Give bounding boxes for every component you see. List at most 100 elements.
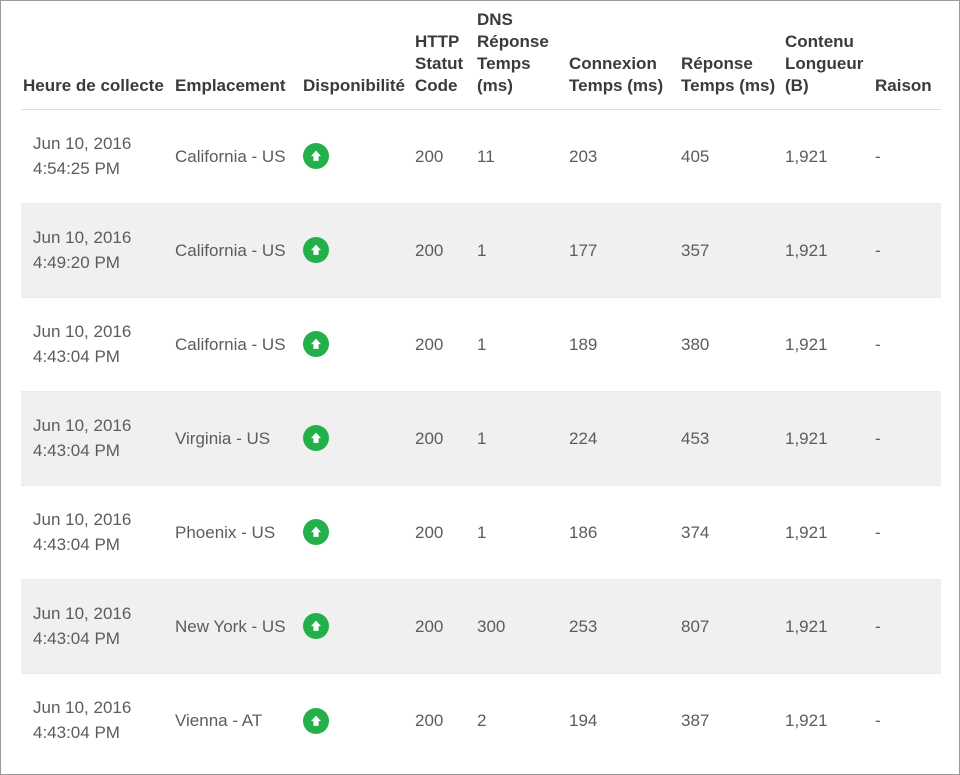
cell-collection-time: Jun 10, 2016 4:43:04 PM	[21, 673, 175, 767]
monitoring-results-page: Heure de collecte Emplacement Disponibil…	[0, 0, 960, 775]
collection-date: Jun 10, 2016	[33, 698, 132, 718]
cell-reason: -	[875, 710, 881, 730]
cell-http-status: 200	[415, 710, 444, 730]
cell-collection-time: Jun 10, 2016 4:43:04 PM	[21, 579, 175, 674]
cell-connect-time: 224	[569, 391, 681, 486]
collection-date: Jun 10, 2016	[33, 134, 132, 153]
column-header-content-length[interactable]: Contenu Longueur (B)	[785, 1, 875, 110]
table-header: Heure de collecte Emplacement Disponibil…	[21, 1, 941, 110]
cell-reason: -	[875, 391, 941, 486]
cell-collection-time: Jun 10, 2016 4:43:04 PM	[21, 297, 175, 392]
cell-availability	[303, 203, 415, 298]
collection-time: 4:43:04 PM	[33, 723, 120, 743]
cell-http-status: 200	[415, 297, 477, 392]
table-row[interactable]: Jun 10, 2016 4:54:25 PM California - US 200…	[21, 109, 941, 204]
availability-up-arrow-icon	[303, 613, 329, 640]
cell-reason: -	[875, 109, 941, 204]
cell-dns-time: 1	[477, 391, 569, 486]
cell-collection-time: Jun 10, 2016 4:43:04 PM	[21, 485, 175, 580]
collection-date: Jun 10, 2016	[33, 228, 132, 247]
column-header-collection-time[interactable]: Heure de collecte	[21, 1, 175, 110]
table-row[interactable]: Jun 10, 2016 4:43:04 PM Phoenix - US 200 1 18…	[21, 485, 941, 580]
column-header-reason[interactable]: Raison	[875, 1, 941, 110]
availability-up-arrow-icon	[303, 425, 329, 452]
table-header-row: Heure de collecte Emplacement Disponibil…	[21, 1, 941, 110]
column-header-availability[interactable]: Disponibilité	[303, 1, 415, 110]
cell-availability	[303, 579, 415, 674]
cell-content-length: 1,921	[785, 109, 875, 204]
cell-connect-time: 194	[569, 710, 598, 730]
table-row[interactable]: Jun 10, 2016 4:49:20 PM California - US 200…	[21, 203, 941, 298]
cell-availability	[303, 485, 415, 580]
cell-response-time: 374	[681, 485, 785, 580]
column-header-response-time[interactable]: Réponse Temps (ms)	[681, 1, 785, 110]
column-header-connect-time[interactable]: Connexion Temps (ms)	[569, 1, 681, 110]
cell-http-status: 200	[415, 109, 477, 204]
cell-reason: -	[875, 203, 941, 298]
cell-response-time: 357	[681, 203, 785, 298]
cell-content-length: 1,921	[785, 297, 875, 392]
table-row[interactable]: Jun 10, 2016 4:43:04 PM New York - US 200 30…	[21, 579, 941, 674]
cell-availability	[303, 673, 415, 767]
cell-connect-time: 253	[569, 579, 681, 674]
availability-up-arrow-icon	[303, 707, 329, 734]
cell-http-status: 200	[415, 203, 477, 298]
collection-date: Jun 10, 2016	[33, 510, 132, 529]
cell-response-time: 807	[681, 579, 785, 674]
cell-response-time: 453	[681, 391, 785, 486]
cell-location: California - US	[175, 297, 303, 392]
cell-http-status: 200	[415, 579, 477, 674]
table-row[interactable]: Jun 10, 2016 4:43:04 PM Vienna - AT 200 2 194…	[21, 673, 941, 767]
cell-location: Phoenix - US	[175, 485, 303, 580]
cell-connect-time: 189	[569, 297, 681, 392]
collection-date: Jun 10, 2016	[33, 322, 132, 341]
availability-up-arrow-icon	[303, 143, 329, 170]
column-header-dns-time[interactable]: DNS Réponse Temps (ms)	[477, 1, 569, 110]
cell-response-time: 405	[681, 109, 785, 204]
cell-dns-time: 2	[477, 710, 487, 730]
cell-location: California - US	[175, 203, 303, 298]
cell-availability	[303, 391, 415, 486]
cell-dns-time: 1	[477, 297, 569, 392]
cell-dns-time: 11	[477, 109, 569, 204]
cell-http-status: 200	[415, 485, 477, 580]
cell-reason: -	[875, 297, 941, 392]
table-body: Jun 10, 2016 4:54:25 PM California - US 200…	[21, 109, 941, 767]
table-row[interactable]: Jun 10, 2016 4:43:04 PM Virginia - US 200 1 2…	[21, 391, 941, 486]
cell-location: California - US	[175, 109, 303, 204]
cell-connect-time: 177	[569, 203, 681, 298]
cell-collection-time: Jun 10, 2016 4:49:20 PM	[21, 203, 175, 298]
cell-availability	[303, 109, 415, 204]
collection-time: 4:43:04 PM	[33, 441, 120, 460]
cell-content-length: 1,921	[785, 485, 875, 580]
cell-response-time: 380	[681, 297, 785, 392]
cell-content-length: 1,921	[785, 710, 828, 730]
cell-dns-time: 300	[477, 579, 569, 674]
cell-response-time: 387	[681, 710, 710, 730]
cell-reason: -	[875, 579, 941, 674]
cell-availability	[303, 297, 415, 392]
cell-connect-time: 186	[569, 485, 681, 580]
cell-http-status: 200	[415, 391, 477, 486]
cell-location: Virginia - US	[175, 391, 303, 486]
column-header-http-status[interactable]: HTTP Statut Code	[415, 1, 477, 110]
collection-time: 4:49:20 PM	[33, 253, 120, 272]
monitoring-results-table: Heure de collecte Emplacement Disponibil…	[21, 1, 941, 767]
table-row[interactable]: Jun 10, 2016 4:43:04 PM California - US 200…	[21, 297, 941, 392]
collection-date: Jun 10, 2016	[33, 416, 132, 435]
cell-content-length: 1,921	[785, 391, 875, 486]
cell-connect-time: 203	[569, 109, 681, 204]
column-header-location[interactable]: Emplacement	[175, 1, 303, 110]
collection-time: 4:43:04 PM	[33, 535, 120, 554]
cell-dns-time: 1	[477, 485, 569, 580]
collection-time: 4:43:04 PM	[33, 347, 120, 366]
cell-reason: -	[875, 485, 941, 580]
availability-up-arrow-icon	[303, 237, 329, 264]
cell-collection-time: Jun 10, 2016 4:43:04 PM	[21, 391, 175, 486]
cell-location: New York - US	[175, 579, 303, 674]
cell-collection-time: Jun 10, 2016 4:54:25 PM	[21, 109, 175, 204]
collection-time: 4:54:25 PM	[33, 159, 120, 178]
cell-location: Vienna - AT	[175, 710, 263, 730]
availability-up-arrow-icon	[303, 331, 329, 358]
availability-up-arrow-icon	[303, 519, 329, 546]
